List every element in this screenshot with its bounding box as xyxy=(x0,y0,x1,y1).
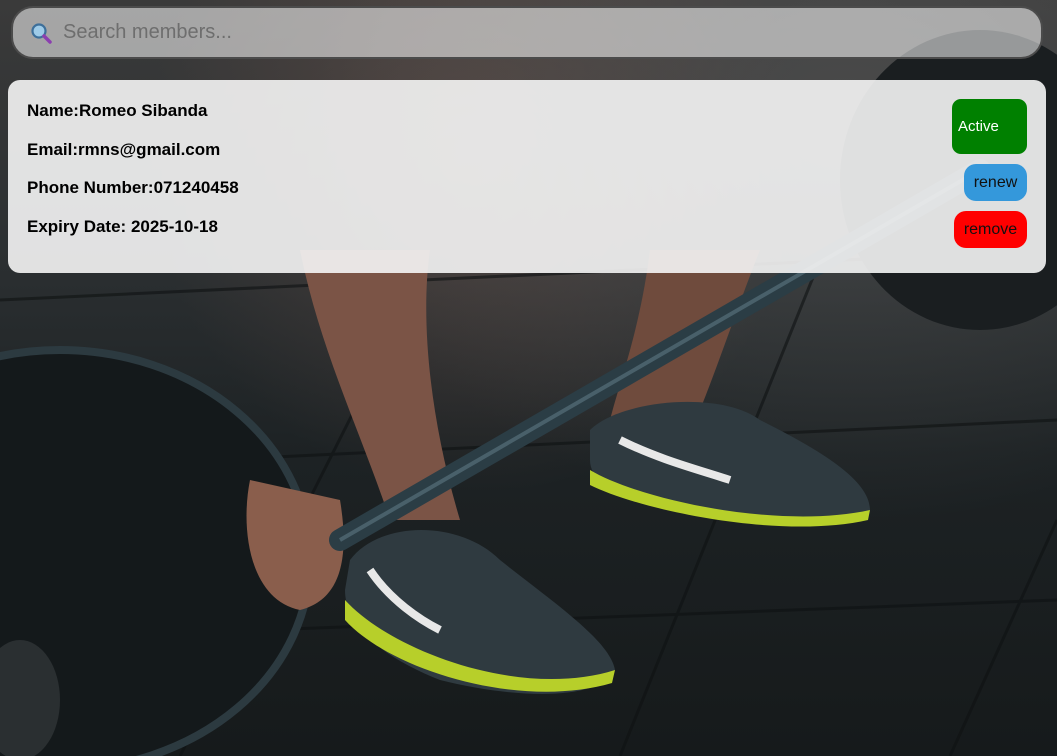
member-expiry: 2025-10-18 xyxy=(130,216,218,236)
member-expiry-row: Expiry Date: 2025-10-18 xyxy=(27,217,239,236)
email-label: Email: xyxy=(27,139,79,159)
search-icon xyxy=(31,22,52,44)
member-phone: 071240458 xyxy=(153,178,239,197)
expiry-label: Expiry Date: xyxy=(27,216,131,236)
search-bar[interactable] xyxy=(11,6,1043,59)
renew-button[interactable]: renew xyxy=(964,164,1027,201)
member-name: Romeo Sibanda xyxy=(78,101,208,120)
name-label: Name: xyxy=(27,101,79,120)
phone-label: Phone Number: xyxy=(27,178,154,197)
status-active-button[interactable]: Active xyxy=(952,99,1027,154)
search-input[interactable] xyxy=(61,11,1041,54)
member-info: Name:Romeo Sibanda Email:rmns@gmail.com … xyxy=(27,101,239,255)
member-actions: Active renew remove xyxy=(952,99,1027,248)
remove-button[interactable]: remove xyxy=(954,211,1027,248)
member-email-row: Email:rmns@gmail.com xyxy=(27,140,239,159)
member-name-row: Name:Romeo Sibanda xyxy=(27,101,239,120)
member-phone-row: Phone Number:071240458 xyxy=(27,178,239,197)
member-card: Name:Romeo Sibanda Email:rmns@gmail.com … xyxy=(8,80,1046,273)
member-email: rmns@gmail.com xyxy=(78,139,221,159)
